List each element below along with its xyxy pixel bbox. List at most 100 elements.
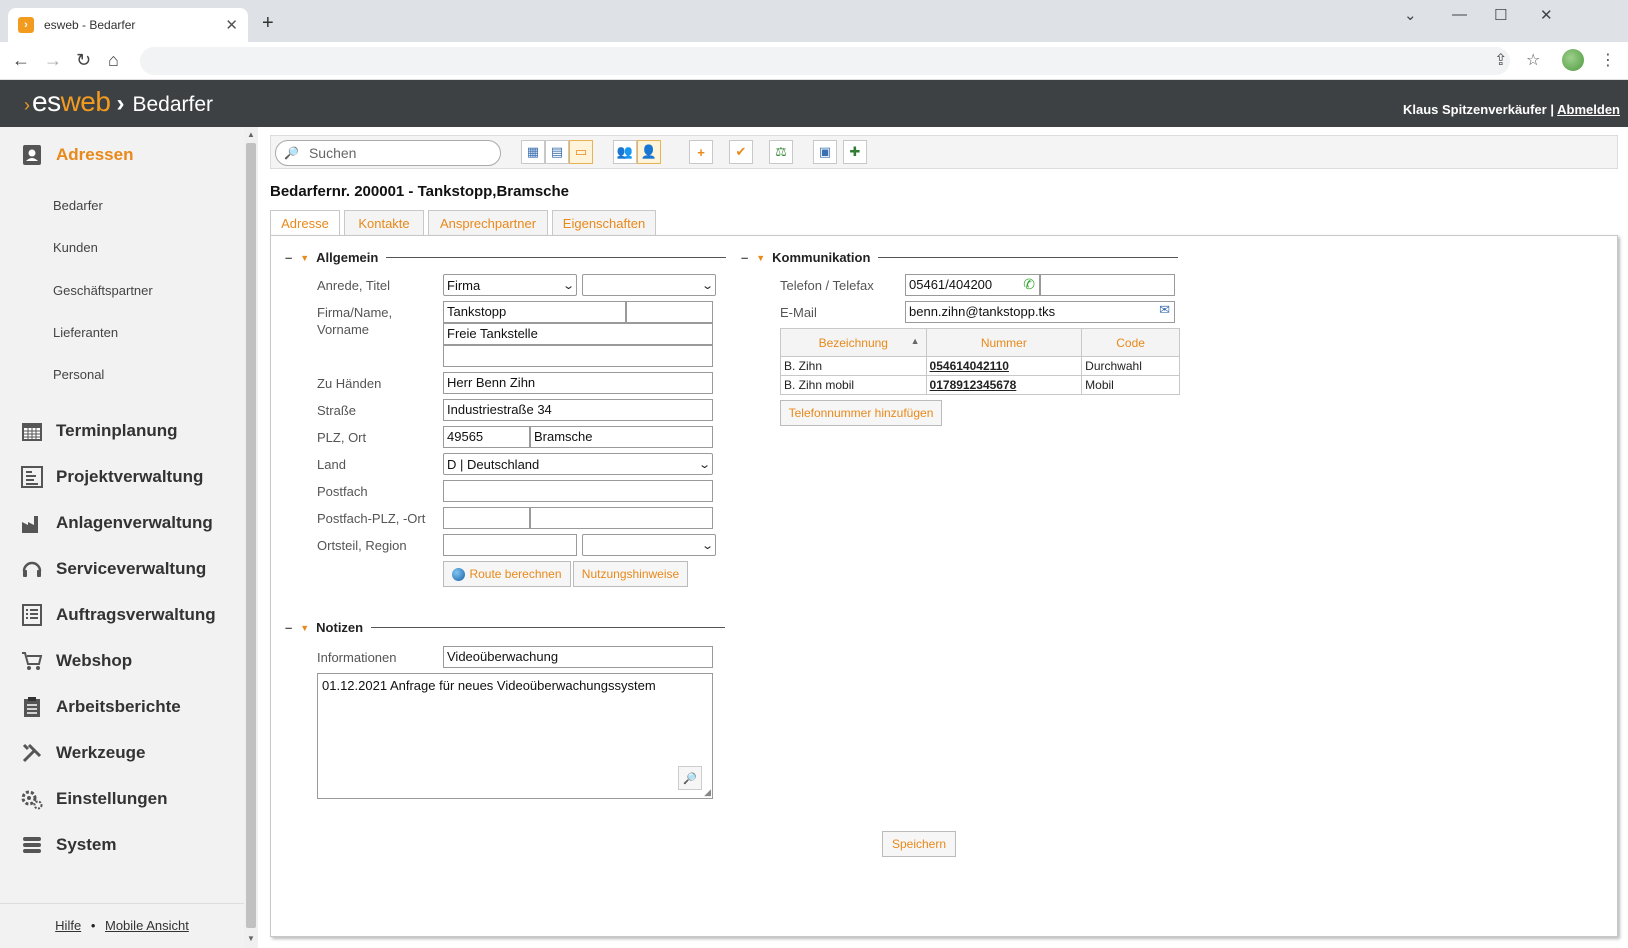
detail-view-button[interactable]: ▤ <box>545 140 569 164</box>
tab-adresse[interactable]: Adresse <box>270 210 340 236</box>
save-button[interactable]: Speichern <box>882 831 956 857</box>
region-select[interactable]: ⌄ <box>582 534 716 556</box>
sidebar-item-adressen[interactable]: Adressen <box>20 143 133 167</box>
postfach-plz-input[interactable] <box>443 507 530 529</box>
name2-input[interactable]: Freie Tankstelle <box>443 323 713 345</box>
search-input[interactable]: 🔎 Suchen <box>275 140 501 166</box>
sidebar-sub-lieferanten[interactable]: Lieferanten <box>53 325 118 340</box>
cell-nummer-link[interactable]: 0178912345678 <box>925 375 1083 395</box>
notes-textarea[interactable]: 01.12.2021 Anfrage für neues Videoüberwa… <box>317 673 713 799</box>
firma-input[interactable]: Tankstopp <box>443 301 626 323</box>
check-icon: ✔ <box>735 144 747 159</box>
tab-search-icon[interactable]: ⌄ <box>1404 6 1417 24</box>
forward-icon[interactable]: → <box>44 50 62 71</box>
minimize-icon[interactable]: — <box>1452 6 1467 23</box>
sidebar-item-webshop[interactable]: Webshop <box>20 649 132 673</box>
close-tab-icon[interactable]: ✕ <box>225 16 238 34</box>
land-select[interactable]: D | Deutschland ⌄ <box>443 453 713 475</box>
list-view-button[interactable]: ▦ <box>521 140 545 164</box>
sidebar-item-terminplanung[interactable]: Terminplanung <box>20 419 178 443</box>
confirm-button[interactable]: ✔ <box>729 140 753 164</box>
col-header-code[interactable]: Code <box>1081 328 1180 357</box>
person-button[interactable]: 👤 <box>637 140 661 164</box>
filter-button[interactable]: ⚖ <box>769 140 793 164</box>
tab-eigenschaften[interactable]: Eigenschaften <box>552 210 656 235</box>
sidebar-item-werkzeuge[interactable]: Werkzeuge <box>20 741 145 765</box>
route-button[interactable]: Route berechnen <box>443 561 571 587</box>
name3-input[interactable] <box>443 345 713 367</box>
contacts-button[interactable]: 👥 <box>613 140 637 164</box>
new-tab-button[interactable]: + <box>262 12 274 35</box>
table-row[interactable]: B. Zihn 054614042110 Durchwahl <box>780 356 1180 376</box>
sidebar-sub-geschaeftspartner[interactable]: Geschäftspartner <box>53 283 153 298</box>
strasse-input[interactable]: Industriestraße 34 <box>443 399 713 421</box>
ortsteil-input[interactable] <box>443 534 577 556</box>
zuhaenden-input[interactable]: Herr Benn Zihn <box>443 372 713 394</box>
profile-avatar[interactable] <box>1562 49 1584 71</box>
close-window-icon[interactable]: ✕ <box>1540 6 1553 24</box>
col-header-nummer[interactable]: Nummer <box>925 328 1083 357</box>
section-allgemein[interactable]: – ▼ Allgemein <box>285 250 727 265</box>
back-icon[interactable]: ← <box>12 50 30 71</box>
scrollbar-thumb[interactable] <box>246 143 256 928</box>
share-icon[interactable]: ⇪ <box>1494 50 1507 70</box>
table-row[interactable]: B. Zihn mobil 0178912345678 Mobil <box>780 375 1180 395</box>
cell-nummer-link[interactable]: 054614042110 <box>925 356 1083 376</box>
export-excel-button[interactable]: ✚ <box>843 140 867 164</box>
toolbar: 🔎 Suchen ▦ ▤ ▭ 👥 👤 + ✔ ⚖ ▣ ✚ <box>270 135 1618 169</box>
tab-kontakte[interactable]: Kontakte <box>344 210 424 235</box>
maximize-icon[interactable]: ☐ <box>1494 6 1507 24</box>
telefon-input[interactable]: 05461/404200 ✆ <box>905 274 1040 296</box>
scroll-down-icon[interactable]: ▼ <box>247 934 255 943</box>
sidebar-item-arbeitsberichte[interactable]: Arbeitsberichte <box>20 695 181 719</box>
firma-extra-input[interactable] <box>626 301 713 323</box>
scroll-up-icon[interactable]: ▲ <box>247 130 255 139</box>
sidebar-item-projektverwaltung[interactable]: Projektverwaltung <box>20 465 203 489</box>
sidebar-item-anlagenverwaltung[interactable]: Anlagenverwaltung <box>20 511 213 535</box>
tab-ansprechpartner[interactable]: Ansprechpartner <box>428 210 548 235</box>
logout-link[interactable]: Abmelden <box>1557 102 1620 117</box>
mail-envelope-icon[interactable]: ✉ <box>1159 302 1170 318</box>
ort-input[interactable]: Bramsche <box>530 426 713 448</box>
app-logo[interactable]: › es web › Bedarfer <box>24 86 213 118</box>
email-input[interactable]: benn.zihn@tankstopp.tks ✉ <box>905 301 1175 323</box>
card-view-button[interactable]: ▭ <box>569 140 593 164</box>
add-phone-button[interactable]: Telefonnummer hinzufügen <box>780 400 942 426</box>
mobile-view-link[interactable]: Mobile Ansicht <box>105 918 189 933</box>
bookmark-star-icon[interactable]: ☆ <box>1526 50 1540 70</box>
section-kommunikation[interactable]: – ▼ Kommunikation <box>741 250 1179 265</box>
resize-handle-icon[interactable]: ◢ <box>704 787 711 798</box>
reload-icon[interactable]: ↻ <box>76 50 91 71</box>
sidebar-sub-kunden[interactable]: Kunden <box>53 240 98 255</box>
add-button[interactable]: + <box>689 140 713 164</box>
postfach-input[interactable] <box>443 480 713 502</box>
plz-input[interactable]: 49565 <box>443 426 530 448</box>
report-button[interactable]: ▣ <box>813 140 837 164</box>
sidebar-item-serviceverwaltung[interactable]: Serviceverwaltung <box>20 557 206 581</box>
titel-select[interactable]: ⌄ <box>582 274 716 296</box>
section-notizen[interactable]: – ▼ Notizen <box>285 620 726 635</box>
informationen-input[interactable]: Videoüberwachung <box>443 646 713 668</box>
nutzungshinweise-button[interactable]: Nutzungshinweise <box>573 561 688 587</box>
sidebar-item-system[interactable]: System <box>20 833 116 857</box>
sidebar-sub-bedarfer[interactable]: Bedarfer <box>53 198 103 213</box>
phone-call-icon[interactable]: ✆ <box>1023 276 1035 293</box>
telefax-input[interactable] <box>1040 274 1175 296</box>
col-header-bezeichnung[interactable]: Bezeichnung ▲ <box>780 328 927 357</box>
app-header: › es web › Bedarfer Klaus Spitzenverkäufe… <box>0 80 1628 127</box>
browser-tab[interactable]: › esweb - Bedarfer ✕ <box>8 8 248 42</box>
section-title: Allgemein <box>316 250 379 265</box>
address-bar[interactable] <box>140 47 1510 75</box>
section-divider <box>371 627 726 628</box>
sidebar-item-einstellungen[interactable]: Einstellungen <box>20 787 167 811</box>
notes-search-icon[interactable]: 🔎 <box>678 766 702 790</box>
home-icon[interactable]: ⌂ <box>108 50 119 71</box>
collapse-triangle-icon: ▼ <box>300 252 310 263</box>
sidebar-scrollbar[interactable]: ▲ ▼ <box>244 127 258 948</box>
menu-dots-icon[interactable]: ⋮ <box>1600 50 1616 70</box>
sidebar-item-auftragsverwaltung[interactable]: Auftragsverwaltung <box>20 603 216 627</box>
anrede-select[interactable]: Firma ⌄ <box>443 274 577 296</box>
postfach-ort-input[interactable] <box>530 507 713 529</box>
help-link[interactable]: Hilfe <box>55 918 81 933</box>
sidebar-sub-personal[interactable]: Personal <box>53 367 104 382</box>
